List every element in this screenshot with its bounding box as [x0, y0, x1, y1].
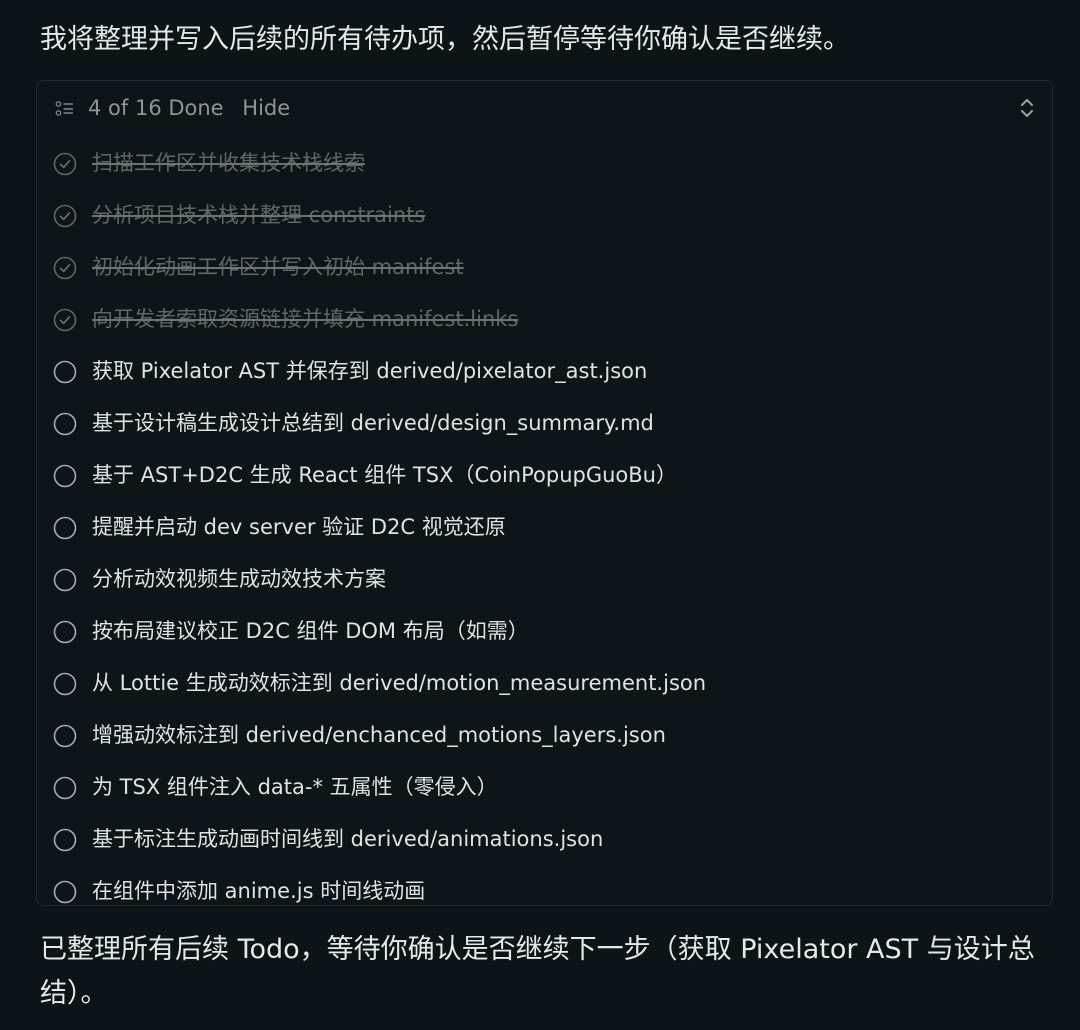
assistant-intro-message: 我将整理并写入后续的所有待办项，然后暂停等待你确认是否继续。	[40, 24, 850, 55]
todo-header-text: 4 of 16 Done Hide	[88, 93, 290, 123]
empty-circle-icon	[53, 516, 77, 540]
todo-item[interactable]: 向开发者索取资源链接并填充 manifest.links	[37, 293, 1052, 345]
empty-circle-icon	[53, 412, 77, 436]
todo-item-label: 增强动效标注到 derived/enchanced_motions_layers…	[92, 723, 666, 747]
todo-item-label: 基于设计稿生成设计总结到 derived/design_summary.md	[92, 411, 654, 435]
todo-item-label: 扫描工作区并收集技术栈线索	[92, 151, 365, 175]
todo-panel: 4 of 16 Done Hide 扫描工作区并收集技术栈线索分析项目技术栈并整…	[36, 80, 1053, 906]
todo-item[interactable]: 基于设计稿生成设计总结到 derived/design_summary.md	[37, 397, 1052, 449]
todo-item-label: 基于 AST+D2C 生成 React 组件 TSX（CoinPopupGuoB…	[92, 463, 677, 487]
todo-item-label: 获取 Pixelator AST 并保存到 derived/pixelator_…	[92, 359, 648, 383]
todo-item-label: 分析动效视频生成动效技术方案	[92, 567, 386, 591]
todo-item-label: 分析项目技术栈并整理 constraints	[92, 203, 426, 227]
hide-toggle-button[interactable]: Hide	[242, 96, 290, 120]
empty-circle-icon	[53, 360, 77, 384]
todo-item-label: 提醒并启动 dev server 验证 D2C 视觉还原	[92, 515, 506, 539]
todo-item-label: 在组件中添加 anime.js 时间线动画	[92, 879, 426, 903]
todo-progress-text: 4 of 16 Done	[88, 96, 224, 120]
list-icon	[55, 101, 73, 116]
todo-item[interactable]: 按布局建议校正 D2C 组件 DOM 布局（如需）	[37, 605, 1052, 657]
check-circle-icon	[53, 204, 77, 228]
empty-circle-icon	[53, 776, 77, 800]
todo-panel-header[interactable]: 4 of 16 Done Hide	[37, 81, 1052, 137]
empty-circle-icon	[53, 724, 77, 748]
empty-circle-icon	[53, 828, 77, 852]
todo-item-label: 从 Lottie 生成动效标注到 derived/motion_measurem…	[92, 671, 707, 695]
empty-circle-icon	[53, 568, 77, 592]
chevron-up-down-icon[interactable]	[1018, 96, 1036, 120]
empty-circle-icon	[53, 464, 77, 488]
todo-item[interactable]: 基于标注生成动画时间线到 derived/animations.json	[37, 813, 1052, 865]
empty-circle-icon	[53, 672, 77, 696]
todo-item[interactable]: 分析项目技术栈并整理 constraints	[37, 189, 1052, 241]
todo-item[interactable]: 获取 Pixelator AST 并保存到 derived/pixelator_…	[37, 345, 1052, 397]
assistant-outro-message: 已整理所有后续 Todo，等待你确认是否继续下一步（获取 Pixelator A…	[40, 934, 1035, 1009]
todo-item-label: 基于标注生成动画时间线到 derived/animations.json	[92, 827, 604, 851]
todo-item[interactable]: 提醒并启动 dev server 验证 D2C 视觉还原	[37, 501, 1052, 553]
todo-item-label: 向开发者索取资源链接并填充 manifest.links	[92, 307, 519, 331]
check-circle-icon	[53, 152, 77, 176]
check-circle-icon	[53, 256, 77, 280]
todo-item-label: 初始化动画工作区并写入初始 manifest	[92, 255, 464, 279]
todo-item[interactable]: 为 TSX 组件注入 data-* 五属性（零侵入）	[37, 761, 1052, 813]
empty-circle-icon	[53, 620, 77, 644]
todo-item[interactable]: 初始化动画工作区并写入初始 manifest	[37, 241, 1052, 293]
todo-item[interactable]: 从 Lottie 生成动效标注到 derived/motion_measurem…	[37, 657, 1052, 709]
todo-item[interactable]: 基于 AST+D2C 生成 React 组件 TSX（CoinPopupGuoB…	[37, 449, 1052, 501]
todo-item-label: 按布局建议校正 D2C 组件 DOM 布局（如需）	[92, 619, 529, 643]
todo-item[interactable]: 增强动效标注到 derived/enchanced_motions_layers…	[37, 709, 1052, 761]
todo-item[interactable]: 在组件中添加 anime.js 时间线动画	[37, 865, 1052, 905]
check-circle-icon	[53, 308, 77, 332]
todo-item[interactable]: 分析动效视频生成动效技术方案	[37, 553, 1052, 605]
empty-circle-icon	[53, 880, 77, 904]
todo-list: 扫描工作区并收集技术栈线索分析项目技术栈并整理 constraints 初始化动画…	[37, 137, 1052, 905]
todo-item-label: 为 TSX 组件注入 data-* 五属性（零侵入）	[92, 775, 498, 799]
todo-item[interactable]: 扫描工作区并收集技术栈线索	[37, 137, 1052, 189]
